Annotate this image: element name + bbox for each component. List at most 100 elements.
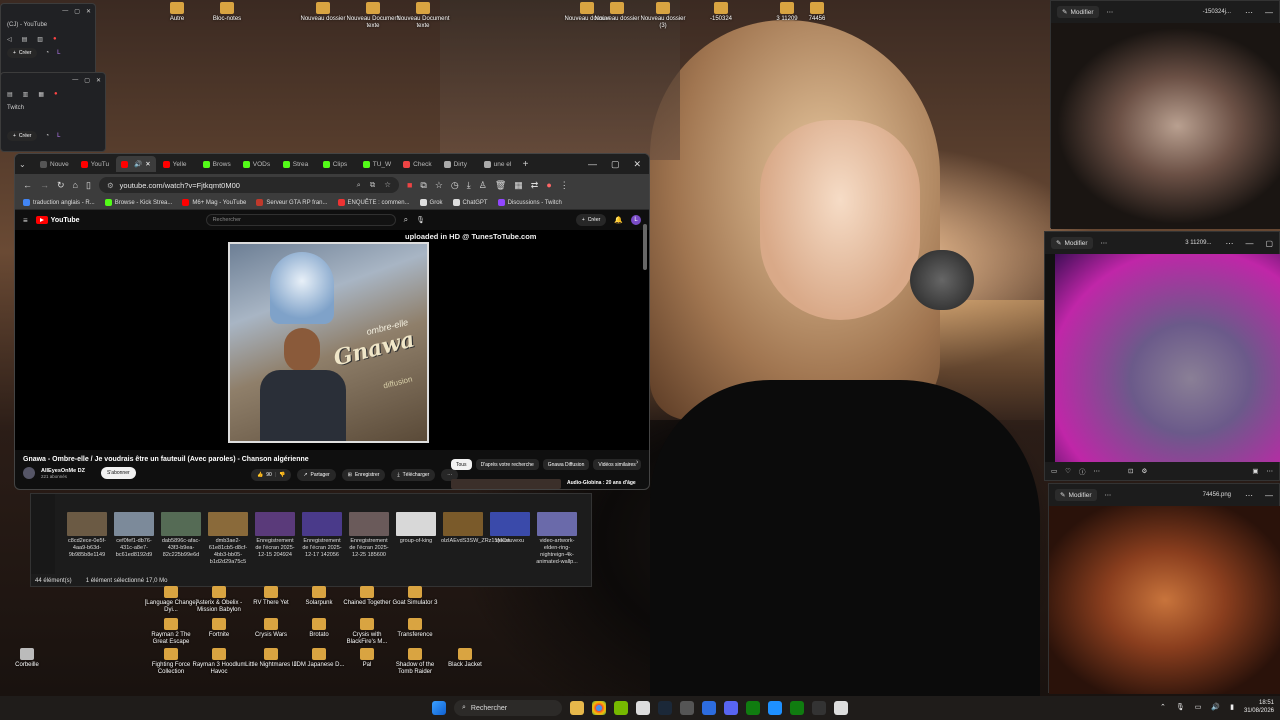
edge-icon[interactable] [768,701,782,715]
hamburger-icon[interactable]: ≡ [23,216,28,225]
app-blue-icon[interactable] [702,701,716,715]
desktop-icon[interactable]: JDM Japanese D... [292,648,346,669]
forward-icon[interactable]: → [40,180,49,190]
info-icon[interactable]: ⓘ [1079,466,1086,476]
url-text[interactable]: youtube.com/watch?v=Fjtkqmt0M00 [120,181,240,190]
bookmark-item[interactable]: Browse - Kick Strea... [104,199,172,206]
more-icon[interactable]: ⋯ [1225,239,1233,248]
desktop-icon[interactable]: Transference [388,618,442,639]
desktop-icon[interactable]: Goat Simulator 3 [388,586,442,607]
steam-icon[interactable] [658,701,672,715]
like-button[interactable]: 👍 90 | 👎 [251,469,292,481]
desktop-icon[interactable]: Chained Together [340,586,394,607]
favorites-icon[interactable]: ☆ [435,180,443,191]
recycle-bin-icon[interactable]: Corbeille [0,648,54,669]
clock[interactable]: 18:51 31/08/2026 [1244,699,1274,715]
browser-tab[interactable]: Clips [318,156,356,172]
youtube-logo[interactable]: YouTube [35,216,80,224]
desktop-icon[interactable]: Nouveau Document texte [396,2,450,30]
maximize-icon[interactable]: ▢ [611,159,620,170]
create-button[interactable]: + Créer [575,214,607,226]
browser-tab[interactable]: VODs [238,156,276,172]
bookmark-star-icon[interactable]: ☆ [384,180,391,190]
more-icon[interactable]: ⋯ [1101,239,1108,247]
browser-tab[interactable]: Yelle [158,156,196,172]
maximize-icon[interactable]: ▢ [1265,239,1273,248]
trash-icon[interactable]: 🗑 [495,180,506,191]
mic-icon[interactable]: 🎙 [416,216,425,224]
taskbar-search[interactable]: ⌕ Rechercher [454,700,562,716]
more-icon[interactable]: ⋯ [1093,467,1100,475]
desktop-icon[interactable]: Little Nightmares III [244,648,298,669]
discord-icon[interactable] [724,701,738,715]
bookmark-item[interactable]: Grok [419,199,443,206]
file-item[interactable]: dab5896c-afac-43f3-b9ea-82c225b99e6d [159,512,203,559]
bookmark-item[interactable]: ChatGPT [452,199,488,206]
desktop-icon[interactable]: RV There Yet [244,586,298,607]
next-video-thumbnail[interactable] [451,479,561,489]
desktop-icon[interactable]: Asterix & Obelix - Mission Babylon [192,586,246,614]
bookmark-item[interactable]: M6+ Mag - YouTube [182,199,246,206]
close-icon[interactable]: ✕ [633,159,641,170]
new-tab-button[interactable]: + [523,159,529,170]
mic-icon[interactable]: 🎙 [1176,703,1185,711]
notepad-icon[interactable] [636,701,650,715]
desktop-icon[interactable]: Crysis Wars [244,618,298,639]
notifications-icon[interactable]: 🔔 [614,216,623,224]
network-icon[interactable]: ▭ [1195,703,1202,711]
chips-next-icon[interactable]: › [636,459,638,466]
audio-icon[interactable]: 🔊 [134,160,142,168]
terminal-icon[interactable] [812,701,826,715]
xbox-icon[interactable] [746,701,760,715]
file-item[interactable]: cef0fef1-db76-431c-a8e7-bc61ed8192d9 [112,512,156,559]
mini-window-youtube[interactable]: — ▢ ✕ (CJ) - YouTube ◁ ▤ ▥ ● + Créer ◔ L [0,3,96,83]
site-info-icon[interactable]: ⚙ [107,181,114,190]
desktop-icon[interactable]: Pal [340,648,394,669]
browser-tab[interactable]: Dirty [439,156,477,172]
file-item[interactable]: video-artwork-elden-ring-nightreign-4k-a… [535,512,579,566]
filter-chip[interactable]: Vidéos similaires [593,459,641,470]
menu-icon[interactable]: ⋮ [560,180,569,191]
extension-icon[interactable]: ■ [407,180,412,190]
address-bar[interactable]: ⚙ youtube.com/watch?v=Fjtkqmt0M00 ⌕ ⧉ ☆ [98,177,399,193]
reload-icon[interactable]: ↻ [57,180,65,191]
bookmark-item[interactable]: Discussions - Twitch [497,199,562,206]
bookmark-item[interactable]: ENQUÊTE : commen... [337,199,410,206]
bookmark-item[interactable]: Serveur GTA RP fran... [256,199,328,206]
share-icon[interactable]: ⇄ [531,180,539,191]
file-explorer-icon[interactable] [570,701,584,715]
app-icon[interactable] [680,701,694,715]
desktop-icon[interactable]: Nouveau dossier (3) [636,2,690,30]
downloads-icon[interactable]: ⤓ [467,180,471,191]
more-icon[interactable]: ⋯ [1105,491,1112,499]
file-explorer[interactable]: c8cd2ece-0e5f-4aa9-b63d-9b985b8e1149 cef0… [30,493,592,587]
mini-create-button[interactable]: + Créer [7,48,38,58]
minimize-icon[interactable]: — [1265,491,1273,500]
account-avatar[interactable]: L [631,215,641,225]
tab-search-icon[interactable]: ⌄ [19,160,33,169]
edit-button[interactable]: ✎ Modifier [1055,489,1097,501]
next-video-title[interactable]: Audio-Globina : 20 ans d'âge [567,480,636,486]
file-item[interactable]: olzIAEvdS3SW_ZRz15MCw [441,512,510,545]
browser-tab[interactable]: Brows [198,156,236,172]
chatgpt-icon[interactable] [834,701,848,715]
screen-icon[interactable]: ▭ [1051,467,1057,475]
heart-icon[interactable]: ♡ [1065,467,1071,475]
subscribe-button[interactable]: S'abonner [101,467,136,479]
xbox-app-icon[interactable] [790,701,804,715]
mini-create-button[interactable]: + Créer [7,131,38,141]
file-item[interactable]: Enregistrement de l'écran 2025-12-17 142… [300,512,344,559]
history-icon[interactable]: ◷ [451,180,459,191]
mini-window-twitch[interactable]: — ▢ ✕ ▤ ▥ ▦ ● Twitch + Créer ◔ L [0,72,106,152]
desktop-icon[interactable]: Shadow of the Tomb Raider [388,648,442,676]
chrome-icon[interactable] [592,701,606,715]
browser-tab[interactable]: une el [479,156,517,172]
photo-window-3[interactable]: ✎ Modifier ⋯ 74456.png ⋯ — [1048,483,1280,694]
share-button[interactable]: ↗ Partager [297,469,336,481]
thumbs-down-icon[interactable]: 👎 [279,472,285,478]
panel-icon[interactable]: ▣ [1252,467,1258,475]
download-button[interactable]: ⤓ Télécharger [391,469,436,481]
filter-chip[interactable]: D'après votre recherche [475,459,539,470]
minimize-icon[interactable]: — [588,159,597,170]
battery-icon[interactable]: ▮ [1230,703,1234,711]
